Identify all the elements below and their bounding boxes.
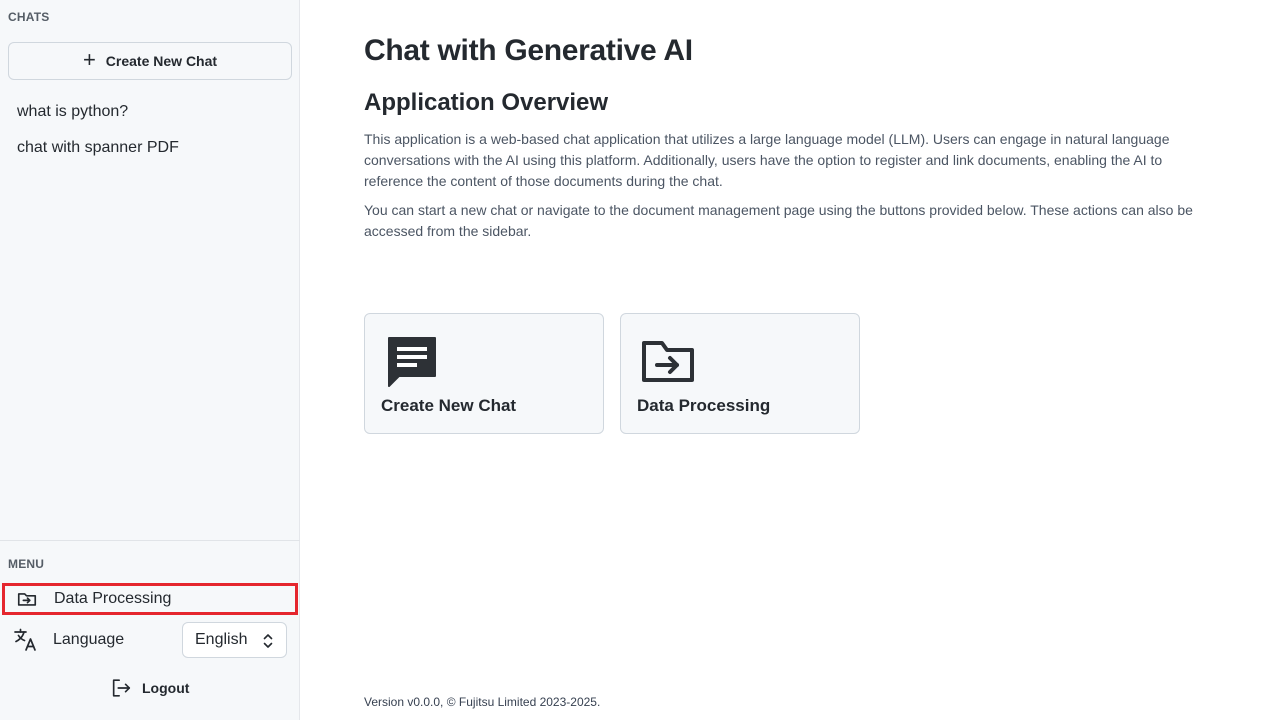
menu-item-data-processing[interactable]: Data Processing: [2, 583, 298, 615]
folder-arrow-icon: [642, 341, 694, 382]
version-footer: Version v0.0.0, © Fujitsu Limited 2023-2…: [364, 695, 601, 709]
create-new-chat-label: Create New Chat: [105, 53, 218, 69]
overview-heading: Application Overview: [364, 89, 609, 116]
chat-icon: [388, 337, 436, 387]
logout-icon: [112, 679, 131, 697]
language-select[interactable]: English: [182, 622, 287, 658]
page-title: Chat with Generative AI: [364, 34, 693, 67]
language-select-value: English: [195, 631, 248, 648]
chat-item[interactable]: what is python?: [8, 94, 292, 130]
create-new-chat-button[interactable]: + Create New Chat: [8, 42, 292, 80]
translate-icon: [14, 628, 36, 651]
language-row: Language English: [8, 622, 292, 658]
chat-item[interactable]: chat with spanner PDF: [8, 130, 292, 166]
sidebar: CHATS + Create New Chat what is python? …: [0, 0, 300, 720]
menu-section-label: MENU: [8, 557, 45, 571]
chevron-up-down-icon: [263, 634, 273, 648]
language-label: Language: [53, 631, 125, 648]
chat-list: what is python? chat with spanner PDF: [8, 94, 292, 166]
create-new-chat-card[interactable]: Create New Chat: [364, 313, 604, 434]
main-content: Chat with Generative AI Application Over…: [300, 0, 1280, 720]
sidebar-divider: [0, 540, 300, 541]
create-new-chat-card-label: Create New Chat: [381, 396, 517, 415]
logout-button[interactable]: Logout: [110, 676, 189, 700]
logout-label: Logout: [142, 680, 190, 696]
data-processing-label: Data Processing: [54, 590, 172, 607]
data-processing-card[interactable]: Data Processing: [620, 313, 860, 434]
chats-section-label: CHATS: [8, 10, 50, 24]
data-processing-card-label: Data Processing: [637, 396, 771, 415]
action-cards: Create New Chat Data Processing: [364, 313, 860, 434]
overview-paragraph: You can start a new chat or navigate to …: [364, 202, 1193, 239]
app-root: CHATS + Create New Chat what is python? …: [0, 0, 1280, 720]
overview-paragraph: This application is a web-based chat app…: [364, 131, 1170, 189]
folder-arrow-icon: [17, 593, 37, 606]
plus-icon: +: [82, 47, 96, 72]
